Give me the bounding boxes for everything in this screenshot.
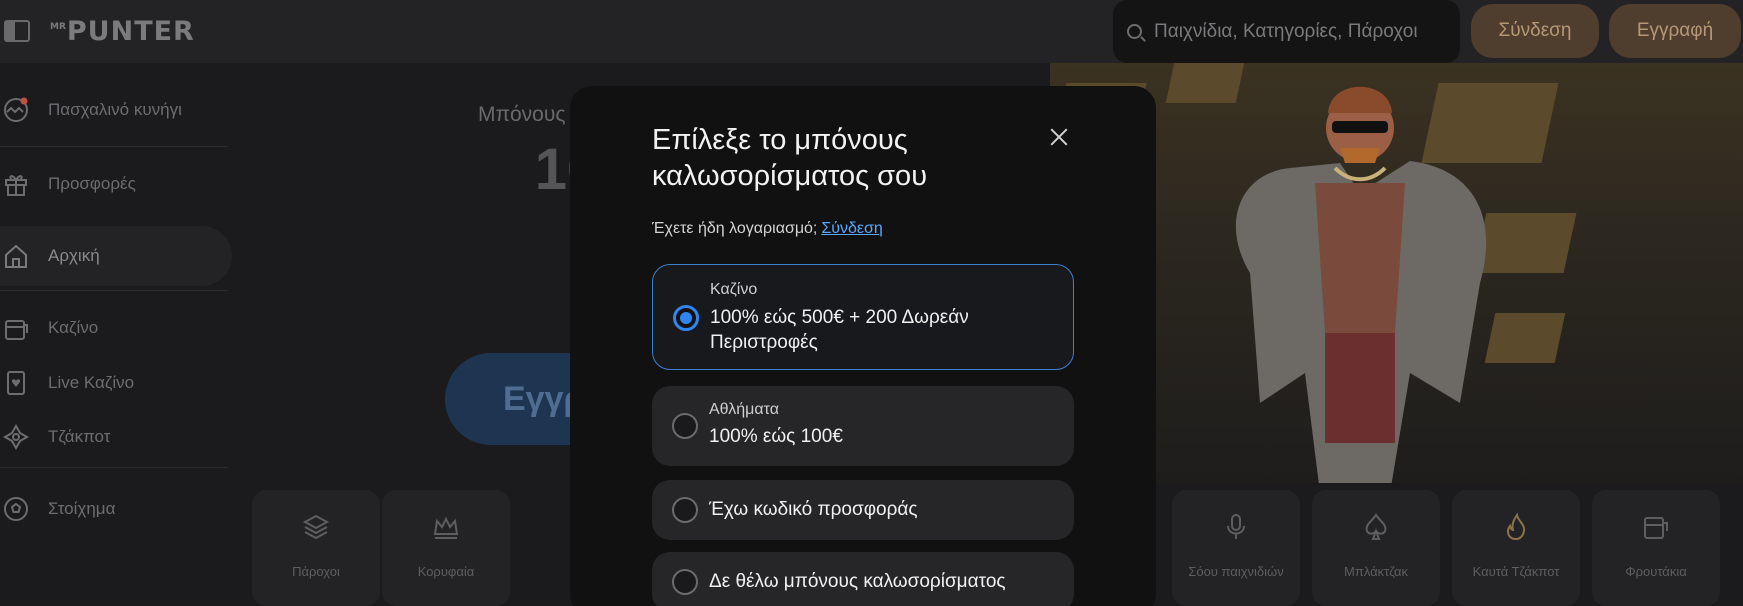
radio-unselected-icon[interactable] <box>672 497 698 523</box>
sidebar-item-easter-hunt[interactable]: Πασχαλινό κυνήγι <box>0 80 232 140</box>
category-card-hot-jackpots[interactable]: Καυτά Τζάκποτ <box>1452 490 1580 606</box>
category-card-blackjack[interactable]: Μπλάκτζακ <box>1312 490 1440 606</box>
bonus-option-no-bonus[interactable]: Δε θέλω μπόνους καλωσορίσματος <box>652 552 1074 606</box>
category-label: Καυτά Τζάκποτ <box>1472 564 1560 579</box>
sidebar-item-label: Καζίνο <box>48 318 99 337</box>
home-icon <box>2 242 30 270</box>
modal-login-link[interactable]: Σύνδεση <box>821 220 882 237</box>
category-label: Σόου παιχνιδιών <box>1188 564 1284 579</box>
sidebar-item-casino[interactable]: Καζίνο <box>0 298 232 358</box>
radio-unselected-icon[interactable] <box>672 569 698 595</box>
logo-text: PUNTER <box>66 16 195 47</box>
sidebar-item-jackpot[interactable]: Τζάκποτ <box>0 407 232 467</box>
bonus-option-promo-code[interactable]: Έχω κωδικό προσφοράς <box>652 480 1074 540</box>
sidebar-item-home[interactable]: Αρχική <box>0 226 232 286</box>
option-category: Καζίνο <box>710 281 758 298</box>
sidebar-item-sports[interactable]: Στοίχημα <box>0 479 232 539</box>
jackpot-icon <box>2 423 30 451</box>
top-header: MRPUNTER Σύνδεση Εγγραφή <box>0 0 1743 63</box>
gift-icon <box>2 170 30 198</box>
modal-title: Επίλεξε το μπόνους καλωσορίσματος σου <box>652 124 928 192</box>
slot-icon <box>1639 510 1673 544</box>
hero-character-illustration <box>1235 86 1487 483</box>
sidebar-divider <box>0 467 228 468</box>
sidebar: Πασχαλινό κυνήγι Προσφορές Αρχική Καζίνο… <box>0 63 240 606</box>
easter-egg-icon <box>2 96 30 124</box>
sidebar-item-label: Στοίχημα <box>48 499 116 518</box>
register-button[interactable]: Εγγραφή <box>1609 4 1741 58</box>
search-box[interactable] <box>1113 0 1460 63</box>
category-card-top[interactable]: Κορυφαία <box>382 490 510 606</box>
option-text: Έχω κωδικό προσφοράς <box>709 499 918 520</box>
site-logo[interactable]: MRPUNTER <box>50 16 195 47</box>
sidebar-item-label: Live Καζίνο <box>48 373 135 392</box>
sidebar-toggle-icon[interactable] <box>4 20 30 42</box>
have-account-text: Έχετε ήδη λογαριασμό; Σύνδεση <box>652 220 883 238</box>
bonus-option-sports[interactable]: Αθλήματα 100% εώς 100€ <box>652 386 1074 466</box>
spade-icon <box>1359 510 1393 544</box>
category-card-providers[interactable]: Πάροχοι <box>252 490 380 606</box>
sidebar-divider <box>0 290 228 291</box>
bonus-option-casino[interactable]: Καζίνο 100% εώς 500€ + 200 Δωρεάν Περιστ… <box>652 264 1074 370</box>
category-label: Μπλάκτζακ <box>1344 564 1408 579</box>
logo-prefix: MR <box>50 22 66 32</box>
have-account-label: Έχετε ήδη λογαριασμό; <box>652 220 818 237</box>
promo-subtitle: Μπόνους <box>478 103 566 126</box>
close-icon[interactable] <box>1046 124 1072 150</box>
flame-icon <box>1499 510 1533 544</box>
option-text: Δε θέλω μπόνους καλωσορίσματος <box>709 571 1006 592</box>
category-label: Κορυφαία <box>417 564 475 579</box>
login-button[interactable]: Σύνδεση <box>1471 4 1599 58</box>
radio-selected-icon[interactable] <box>673 305 699 331</box>
layers-icon <box>299 510 333 544</box>
option-category: Αθλήματα <box>709 401 779 418</box>
microphone-icon <box>1219 510 1253 544</box>
sidebar-item-live-casino[interactable]: Live Καζίνο <box>0 353 232 413</box>
sidebar-item-label: Πασχαλινό κυνήγι <box>48 100 182 119</box>
casino-icon <box>2 314 30 342</box>
category-label: Φρουτάκια <box>1625 564 1687 579</box>
sidebar-divider <box>0 146 228 147</box>
search-input[interactable] <box>1154 20 1434 43</box>
sidebar-item-label: Προσφορές <box>48 174 136 193</box>
crown-icon <box>429 510 463 544</box>
search-icon <box>1127 24 1142 39</box>
category-card-slots[interactable]: Φρουτάκια <box>1592 490 1720 606</box>
welcome-bonus-modal: Επίλεξε το μπόνους καλωσορίσματος σου Έχ… <box>570 86 1156 606</box>
live-casino-icon <box>2 369 30 397</box>
category-card-game-shows[interactable]: Σόου παιχνιδιών <box>1172 490 1300 606</box>
sidebar-item-label: Αρχική <box>48 246 100 265</box>
option-text: 100% εώς 500€ + 200 Δωρεάν Περιστροφές <box>710 307 969 353</box>
sports-ball-icon <box>2 495 30 523</box>
option-text: 100% εώς 100€ <box>709 426 843 447</box>
sidebar-item-promotions[interactable]: Προσφορές <box>0 154 232 214</box>
sidebar-item-label: Τζάκποτ <box>48 427 111 446</box>
radio-unselected-icon[interactable] <box>672 413 698 439</box>
category-label: Πάροχοι <box>292 564 340 579</box>
